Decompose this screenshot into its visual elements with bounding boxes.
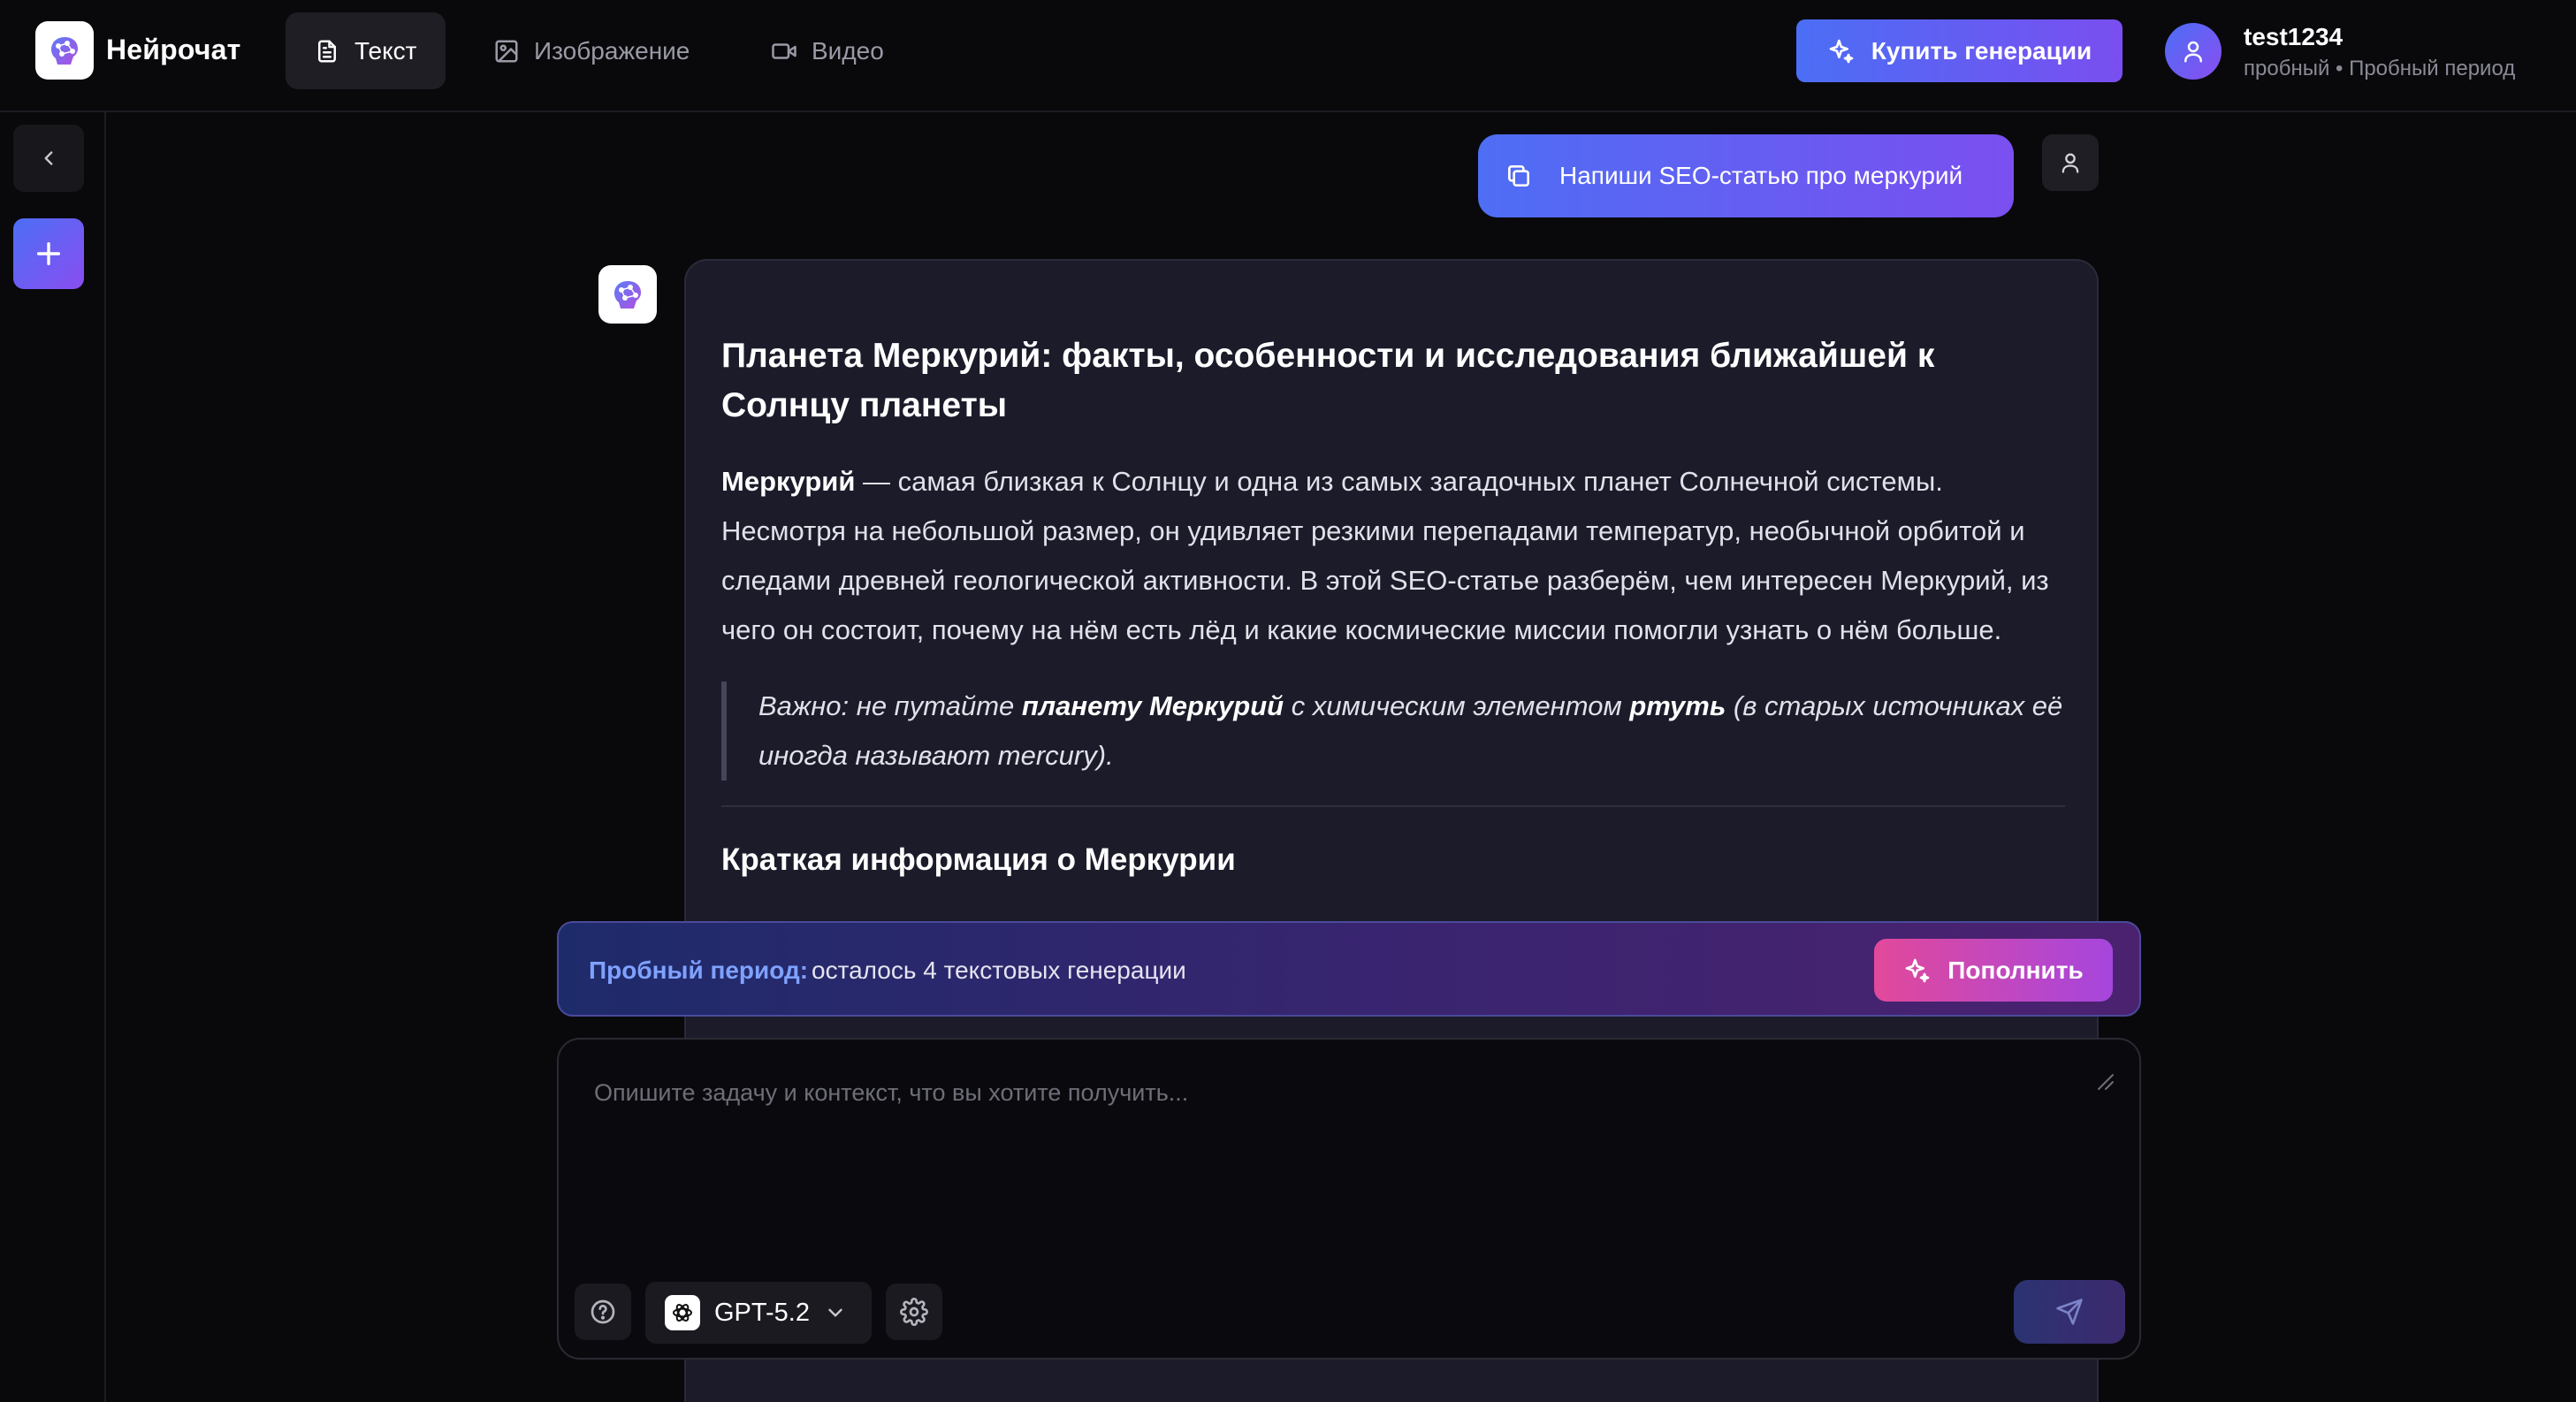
tab-video[interactable]: Видео: [743, 12, 912, 89]
openai-logo-icon: [665, 1295, 700, 1330]
chevron-left-icon: [44, 151, 53, 165]
prompt-input[interactable]: [594, 1075, 2008, 1110]
user-icon: [2184, 41, 2202, 63]
buy-generations-button[interactable]: Купить генерации: [1796, 19, 2123, 82]
quote-text: Важно: не путайте: [758, 690, 1022, 721]
settings-button[interactable]: [886, 1284, 942, 1340]
article-title: Планета Меркурий: факты, особенности и и…: [721, 337, 1935, 424]
user-message[interactable]: Напиши SEO-статью про меркурий: [1478, 134, 2014, 217]
brain-logo-icon: [51, 37, 78, 65]
user-icon: [2062, 153, 2079, 173]
sparkles-icon: [1829, 39, 1854, 63]
copy-icon: [1508, 165, 1529, 187]
tab-text[interactable]: Текст: [286, 12, 446, 89]
help-button[interactable]: [575, 1284, 631, 1340]
sidebar: [0, 112, 106, 1402]
image-icon: [495, 40, 518, 62]
user-plan: пробный • Пробный период: [2244, 57, 2516, 80]
user-message-text: Напиши SEO-статью про меркурий: [1559, 162, 1963, 189]
tab-video-label: Видео: [812, 36, 884, 65]
tab-text-label: Текст: [354, 36, 417, 65]
chevron-down-icon: [828, 1308, 842, 1317]
user-avatar[interactable]: [2165, 23, 2222, 80]
send-button[interactable]: [2014, 1280, 2125, 1344]
brain-logo-icon: [614, 281, 641, 309]
app-name: Нейрочат: [106, 34, 241, 65]
divider: [721, 805, 2065, 807]
quote-bold: планету Меркурий: [1021, 690, 1284, 721]
send-icon: [2056, 1299, 2083, 1325]
video-icon: [772, 42, 796, 59]
topup-label: Пополнить: [1947, 956, 2084, 984]
help-icon: [591, 1299, 615, 1324]
model-selector[interactable]: GPT-5.2: [645, 1282, 872, 1344]
document-icon: [318, 40, 336, 62]
app-logo[interactable]: [35, 21, 94, 80]
model-name: GPT-5.2: [714, 1298, 810, 1327]
article-note-quote: Важно: не путайте планету Меркурий с хим…: [721, 682, 2065, 781]
article-intro: Меркурий — самая близкая к Солнцу и одна…: [721, 457, 2065, 655]
trial-remaining-text: осталось 4 текстовых генерации: [812, 956, 1186, 984]
quote-bold: ртуть: [1629, 690, 1726, 721]
collapse-sidebar-button[interactable]: [13, 125, 84, 192]
bot-avatar: [598, 265, 657, 324]
new-chat-button[interactable]: [13, 218, 84, 289]
plus-icon: [36, 241, 61, 266]
user-message-avatar: [2042, 134, 2099, 191]
openai-icon: [673, 1304, 692, 1322]
user-name: test1234: [2244, 23, 2344, 50]
top-bar: Нейрочат Текст Изображение Видео Купить …: [0, 0, 2576, 112]
bot-message-content: Планета Меркурий: факты, особенности и и…: [721, 331, 2065, 878]
trial-label: Пробный период:: [589, 956, 809, 984]
article-subtitle: Краткая информация о Меркурии: [721, 842, 1236, 877]
quote-text: с химическим элементом: [1284, 690, 1630, 721]
article-intro-text: — самая близкая к Солнцу и одна из самых…: [721, 466, 2049, 645]
buy-generations-label: Купить генерации: [1871, 36, 2092, 65]
article-intro-bold: Меркурий: [721, 466, 856, 497]
tab-image[interactable]: Изображение: [465, 12, 718, 89]
resize-handle-icon[interactable]: [2093, 1070, 2115, 1091]
composer: GPT-5.2: [557, 1038, 2141, 1360]
sparkles-icon: [1905, 958, 1930, 982]
topup-button[interactable]: Пополнить: [1874, 939, 2113, 1002]
tab-image-label: Изображение: [534, 36, 690, 65]
gear-icon: [900, 1298, 928, 1326]
trial-banner: Пробный период: осталось 4 текстовых ген…: [557, 921, 2141, 1017]
